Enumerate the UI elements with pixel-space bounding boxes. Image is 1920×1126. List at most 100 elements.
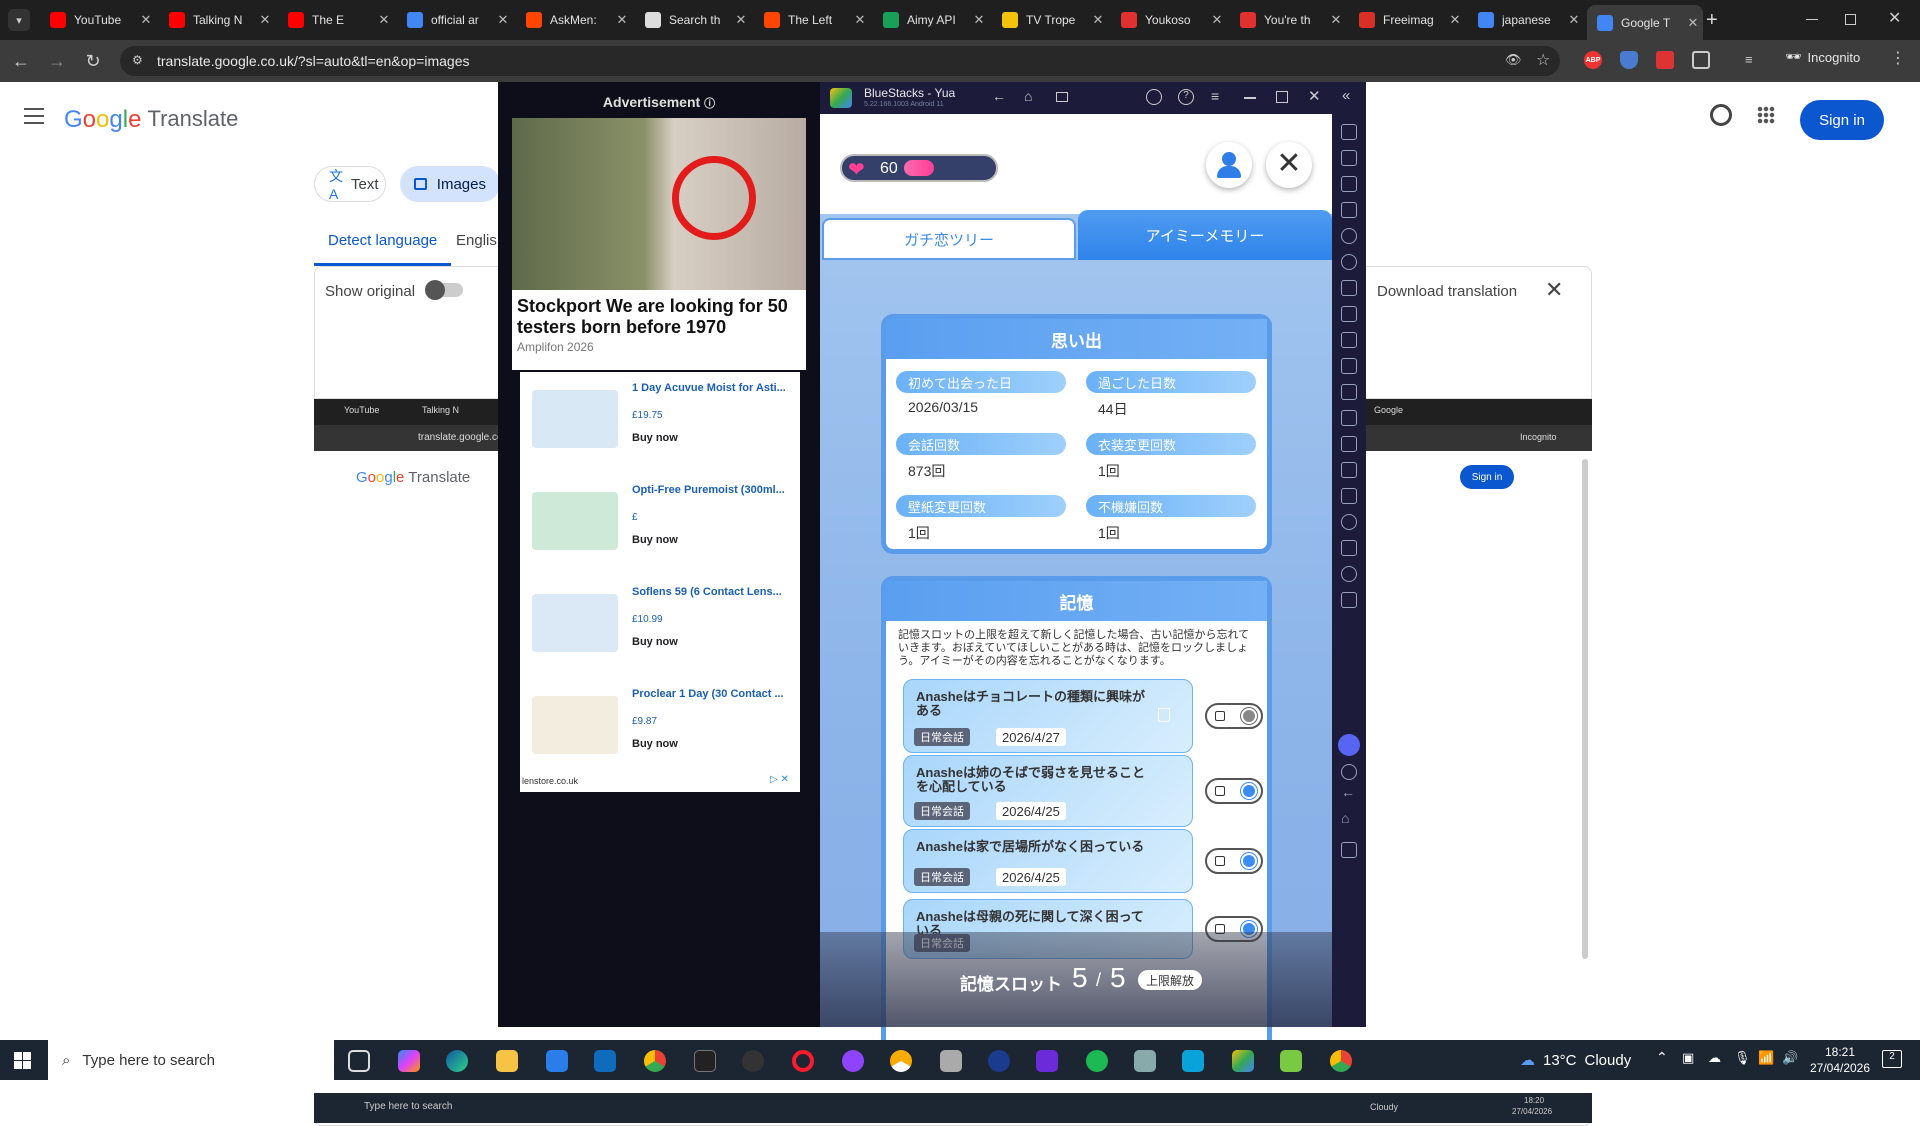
store-icon[interactable] [546, 1050, 568, 1072]
discord-icon[interactable] [1338, 734, 1360, 756]
file-explorer-icon[interactable] [496, 1050, 518, 1072]
bs-menu-icon[interactable]: ≡ [1211, 88, 1219, 104]
bluestacks-taskbar-icon[interactable] [1232, 1050, 1254, 1072]
bs-help-icon[interactable]: ? [1178, 89, 1194, 105]
images-mode-tab[interactable]: Images [400, 166, 500, 202]
clock[interactable]: 18:21 27/04/2026 [1808, 1044, 1872, 1076]
opera-icon[interactable] [792, 1050, 814, 1072]
english-source-tab[interactable]: Englis [456, 232, 497, 249]
adchoices-icon[interactable]: ▷ ✕ [770, 774, 789, 785]
tab-aimy-memory[interactable]: アイミーメモリー [1078, 210, 1332, 260]
task-view-icon[interactable] [348, 1050, 370, 1072]
history-icon[interactable] [1341, 566, 1357, 582]
tab-manager-icon[interactable]: ≡ [1745, 52, 1753, 67]
tab-close-icon[interactable]: ✕ [1683, 15, 1703, 31]
tab-close-icon[interactable]: ✕ [850, 12, 870, 28]
adblock-extension-icon[interactable]: ABP [1584, 51, 1602, 69]
tab-close-icon[interactable]: ✕ [731, 12, 751, 28]
product-image[interactable] [532, 390, 618, 448]
app-gray-icon[interactable] [1134, 1050, 1156, 1072]
back-button[interactable]: ← [8, 48, 34, 74]
browser-tab[interactable]: Talking N ✕ [159, 6, 275, 34]
ad-footer-domain[interactable]: lenstore.co.uk [522, 776, 578, 786]
memory-entry[interactable]: Anasheは姉のそばで弱さを見せることを心配している 日常会話 2026/4/25 [903, 755, 1193, 827]
product-ad-item[interactable]: Proclear 1 Day (30 Contact ... £9.87 Buy n… [520, 678, 800, 778]
app-cyan-icon[interactable] [1182, 1050, 1204, 1072]
copilot-icon[interactable] [398, 1050, 420, 1072]
outlook-icon[interactable] [594, 1050, 616, 1072]
notification-center-icon[interactable]: 2 [1882, 1050, 1902, 1068]
bs-minimize-button[interactable] [1244, 97, 1256, 99]
game-mode-icon[interactable] [1341, 280, 1357, 296]
close-window-button[interactable]: ✕ [1888, 8, 1901, 28]
layers-icon[interactable] [1341, 540, 1357, 556]
memory-entry[interactable]: Anasheはチョコレートの種類に興味がある 日常会話 2026/4/27 [903, 679, 1193, 753]
chrome-canary-icon[interactable] [890, 1050, 912, 1072]
tray-mic-icon[interactable]: 🎙 [1734, 1050, 1751, 1066]
tab-close-icon[interactable]: ✕ [1445, 12, 1465, 28]
weather-widget[interactable]: ☁ 13°C Cloudy [1520, 1040, 1631, 1080]
browser-tab[interactable]: Google T ✕ [1587, 5, 1703, 40]
airplane-icon[interactable] [1341, 436, 1357, 452]
tab-close-icon[interactable]: ✕ [1088, 12, 1108, 28]
profile-button[interactable] [1206, 142, 1252, 188]
record-icon[interactable] [1341, 358, 1357, 374]
tracking-blocked-icon[interactable]: 👁 [1505, 52, 1522, 68]
eco-mode-icon[interactable] [1341, 384, 1357, 400]
tab-close-icon[interactable]: ✕ [969, 12, 989, 28]
inner-scrollbar[interactable] [1582, 459, 1588, 959]
product-name[interactable]: Soflens 59 (6 Contact Lens... [632, 586, 802, 598]
settings-icon[interactable] [1341, 764, 1357, 780]
app-magenta-icon[interactable] [1036, 1050, 1058, 1072]
book-icon[interactable] [1341, 592, 1357, 608]
tab-close-icon[interactable]: ✕ [493, 12, 513, 28]
incognito-badge[interactable]: 🕶 Incognito [1785, 49, 1860, 65]
text-mode-tab[interactable]: 文A Text [314, 166, 386, 202]
buy-now-link[interactable]: Buy now [632, 636, 678, 648]
bs-back-icon[interactable]: ← [992, 88, 1006, 104]
memory-lock-toggle[interactable] [1205, 848, 1263, 874]
fullscreen-icon[interactable] [1341, 124, 1357, 140]
recent-apps-icon[interactable] [1341, 842, 1357, 858]
tab-close-icon[interactable]: ✕ [1564, 12, 1584, 28]
rotate-icon[interactable] [1341, 254, 1357, 270]
tray-meet-icon[interactable]: ▣ [1682, 1050, 1694, 1066]
browser-tab[interactable]: official ar ✕ [397, 6, 513, 34]
google-apps-icon[interactable] [1757, 106, 1775, 124]
browser-tab[interactable]: TV Trope ✕ [992, 6, 1108, 34]
ad-headline[interactable]: Stockport We are looking for 50 testers … [512, 290, 806, 338]
minimize-window-button[interactable] [1806, 19, 1818, 20]
forward-button[interactable]: → [44, 48, 70, 74]
reload-button[interactable]: ↻ [80, 48, 106, 74]
video-extension-icon[interactable] [1656, 51, 1674, 69]
close-icon[interactable]: ✕ [1545, 277, 1563, 303]
bs-maximize-button[interactable] [1276, 91, 1288, 103]
buy-now-link[interactable]: Buy now [632, 738, 678, 750]
restore-window-button[interactable] [1845, 14, 1856, 25]
site-info-icon[interactable]: ⚙ [132, 53, 143, 67]
chrome-active-icon[interactable] [1330, 1050, 1352, 1072]
bs-account-icon[interactable] [1146, 89, 1162, 105]
browser-tab[interactable]: AskMen: ✕ [516, 6, 632, 34]
detect-language-tab[interactable]: Detect language [314, 232, 452, 266]
product-name[interactable]: Proclear 1 Day (30 Contact ... [632, 688, 802, 700]
volume-icon[interactable] [1341, 150, 1357, 166]
app-purple-icon[interactable] [842, 1050, 864, 1072]
product-name[interactable]: 1 Day Acuvue Moist for Asti... [632, 382, 802, 394]
edge-icon[interactable] [446, 1050, 468, 1072]
screenshot-icon[interactable] [1341, 332, 1357, 348]
tab-close-icon[interactable]: ✕ [1326, 12, 1346, 28]
browser-tab[interactable]: Freeimag ✕ [1349, 6, 1465, 34]
feather-app-icon[interactable] [940, 1050, 962, 1072]
fps-icon[interactable] [1341, 306, 1357, 322]
chrome-icon[interactable] [644, 1050, 666, 1072]
bookmark-star-icon[interactable]: ☆ [1536, 50, 1550, 70]
live-app-icon[interactable] [694, 1050, 716, 1072]
gallery-icon[interactable] [1341, 410, 1357, 426]
address-bar[interactable]: ⚙ translate.google.co.uk/?sl=auto&tl=en&… [120, 46, 1560, 76]
trash-icon[interactable] [1158, 708, 1170, 722]
product-ad-item[interactable]: Opti-Free Puremoist (300ml... £ Buy now [520, 474, 800, 574]
product-name[interactable]: Opti-Free Puremoist (300ml... [632, 484, 802, 496]
side-home-icon[interactable]: ⌂ [1341, 810, 1349, 826]
close-game-button[interactable]: ✕ [1266, 142, 1312, 188]
